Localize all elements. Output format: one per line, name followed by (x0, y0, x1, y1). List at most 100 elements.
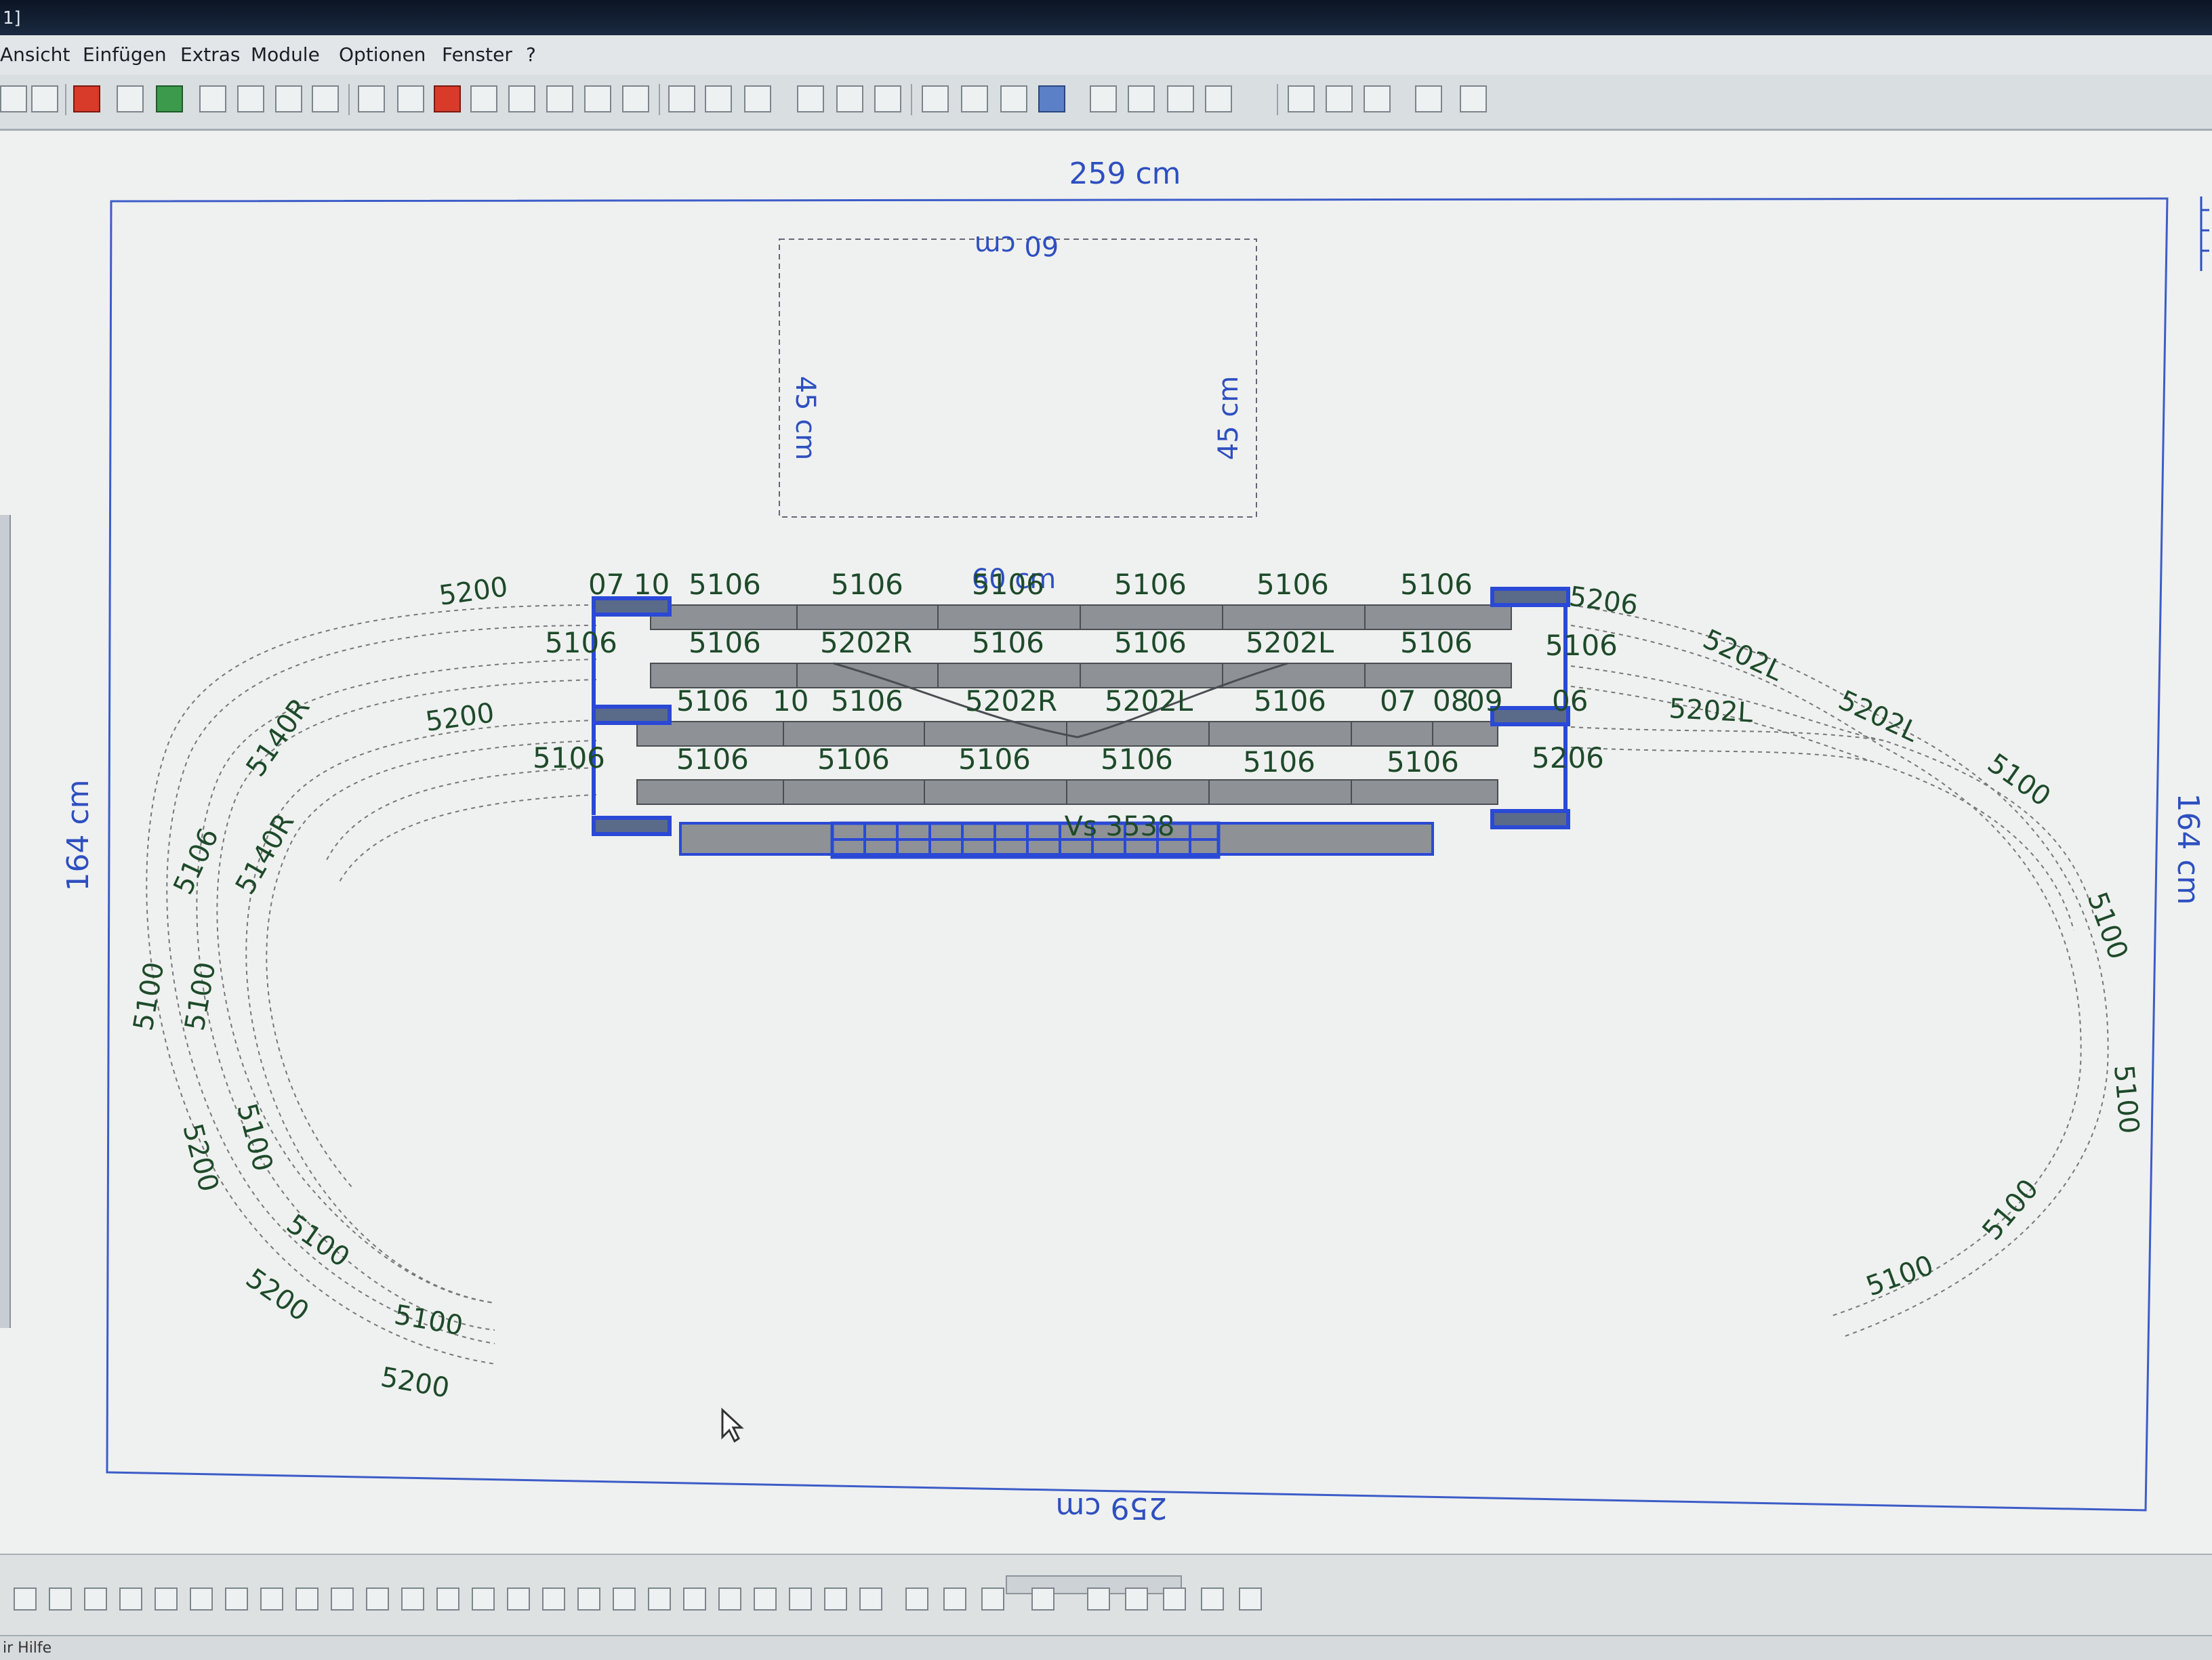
page-icon[interactable] (31, 85, 58, 112)
menu-fenster[interactable]: Fenster (442, 43, 512, 66)
track-label: 5200 (378, 1362, 451, 1405)
menu-help[interactable]: ? (526, 43, 536, 66)
connect-icon[interactable] (1038, 85, 1065, 112)
platform[interactable]: Vs 3538 (679, 811, 1434, 859)
track-piece-icon[interactable] (824, 1588, 847, 1611)
track-label: 5106 (1256, 568, 1329, 601)
menu-module[interactable]: Module (251, 43, 320, 66)
measure-icon[interactable] (1167, 85, 1194, 112)
align-icon[interactable] (836, 85, 863, 112)
library-icon[interactable] (1031, 1588, 1054, 1611)
track-piece-icon[interactable] (331, 1588, 354, 1611)
toolbar-separator (1277, 84, 1278, 115)
track-piece-icon[interactable] (155, 1588, 178, 1611)
connect-icon[interactable] (1128, 85, 1155, 112)
library-icon[interactable] (981, 1588, 1004, 1611)
status-text: ir Hilfe (3, 1640, 52, 1657)
layout-canvas[interactable]: 259 cm 259 cm 164 cm 164 cm 60 cm 45 cm … (0, 131, 2212, 1554)
library-icon[interactable] (943, 1588, 966, 1611)
menu-ansicht[interactable]: Ansicht (0, 43, 70, 66)
undo-icon[interactable] (358, 85, 385, 112)
menu-extras[interactable]: Extras (180, 43, 241, 66)
landscape-icon[interactable] (156, 85, 183, 112)
menu-einfuegen[interactable]: Einfügen (83, 43, 167, 66)
track-piece-icon[interactable] (295, 1588, 319, 1611)
track-piece-icon[interactable] (507, 1588, 530, 1611)
align-icon[interactable] (1326, 85, 1353, 112)
track-piece-icon[interactable] (754, 1588, 777, 1611)
redo-icon[interactable] (397, 85, 424, 112)
track-piece-icon[interactable] (190, 1588, 213, 1611)
view-icon[interactable] (1239, 1588, 1262, 1611)
track-label: 5106 (689, 626, 761, 659)
copy-icon[interactable] (470, 85, 497, 112)
view-icon[interactable] (1163, 1588, 1186, 1611)
rotate-icon[interactable] (797, 85, 824, 112)
grid-icon[interactable] (1415, 85, 1442, 112)
track-piece-icon[interactable] (49, 1588, 72, 1611)
track-piece-icon[interactable] (366, 1588, 389, 1611)
track-piece-icon[interactable] (577, 1588, 600, 1611)
track-piece-icon[interactable] (648, 1588, 671, 1611)
view-icon[interactable] (1201, 1588, 1224, 1611)
module-box-right-dimension: 45 cm (1213, 376, 1244, 461)
track-piece-icon[interactable] (472, 1588, 495, 1611)
track-label: 5106 (1254, 684, 1326, 718)
zoom-window-icon[interactable] (275, 85, 302, 112)
curve-icon[interactable] (705, 85, 732, 112)
zoom-out-icon[interactable] (199, 85, 226, 112)
clipboard-icon[interactable] (584, 85, 611, 112)
menu-bar: Ansicht Einfügen Extras Module Optionen … (0, 35, 2212, 76)
track-piece-icon[interactable] (260, 1588, 283, 1611)
track-piece-icon[interactable] (683, 1588, 706, 1611)
track-piece-icon[interactable] (613, 1588, 636, 1611)
track-label: 5106 (831, 568, 903, 601)
library-icon[interactable] (905, 1588, 928, 1611)
track-piece-icon[interactable] (542, 1588, 565, 1611)
track-label: 5100 (180, 959, 222, 1033)
track-piece-icon[interactable] (718, 1588, 741, 1611)
track-label: 5202L (1668, 693, 1754, 728)
track-plan-drawing[interactable]: 259 cm 259 cm 164 cm 164 cm 60 cm 45 cm … (0, 131, 2212, 1554)
main-toolbar (0, 75, 2212, 131)
measure-icon[interactable] (1205, 85, 1232, 112)
chart-icon[interactable] (117, 85, 144, 112)
measure-icon[interactable] (922, 85, 949, 112)
cut-icon[interactable] (546, 85, 573, 112)
track-piece-icon[interactable] (401, 1588, 424, 1611)
delete-icon[interactable] (434, 85, 461, 112)
align-icon[interactable] (1288, 85, 1315, 112)
menu-optionen[interactable]: Optionen (339, 43, 426, 66)
align-icon[interactable] (1364, 85, 1391, 112)
view-icon[interactable] (1087, 1588, 1110, 1611)
grid-icon[interactable] (874, 85, 901, 112)
open-icon[interactable] (73, 85, 100, 112)
track-piece-icon[interactable] (84, 1588, 107, 1611)
help-context-icon[interactable] (1460, 85, 1487, 112)
track-switch-icon[interactable] (668, 85, 695, 112)
track-label: 5106 (831, 684, 903, 718)
track-piece-icon[interactable] (859, 1588, 882, 1611)
track-label: 5106 (1114, 568, 1187, 601)
align-icon[interactable] (961, 85, 988, 112)
zoom-fit-icon[interactable] (312, 85, 339, 112)
track-piece-icon[interactable] (119, 1588, 142, 1611)
track-label: 5106 (167, 824, 225, 900)
flex-track-icon[interactable] (744, 85, 771, 112)
track-piece-icon[interactable] (225, 1588, 248, 1611)
print-icon[interactable] (0, 85, 27, 112)
view-icon[interactable] (1125, 1588, 1148, 1611)
track-label: 09 (1467, 684, 1502, 718)
dimension-right: 164 cm (2171, 793, 2205, 905)
track-piece-icon[interactable] (789, 1588, 812, 1611)
grid-icon[interactable] (1000, 85, 1027, 112)
measure-icon[interactable] (1090, 85, 1117, 112)
track-piece-icon[interactable] (14, 1588, 37, 1611)
track-label: 5106 (689, 568, 761, 601)
module-box[interactable]: 60 cm 45 cm 45 cm 60 cm (779, 230, 1257, 595)
track-piece-icon[interactable] (436, 1588, 459, 1611)
module-icon[interactable] (622, 85, 649, 112)
zoom-in-icon[interactable] (237, 85, 264, 112)
window-title: 1] (3, 8, 21, 28)
paste-icon[interactable] (508, 85, 535, 112)
